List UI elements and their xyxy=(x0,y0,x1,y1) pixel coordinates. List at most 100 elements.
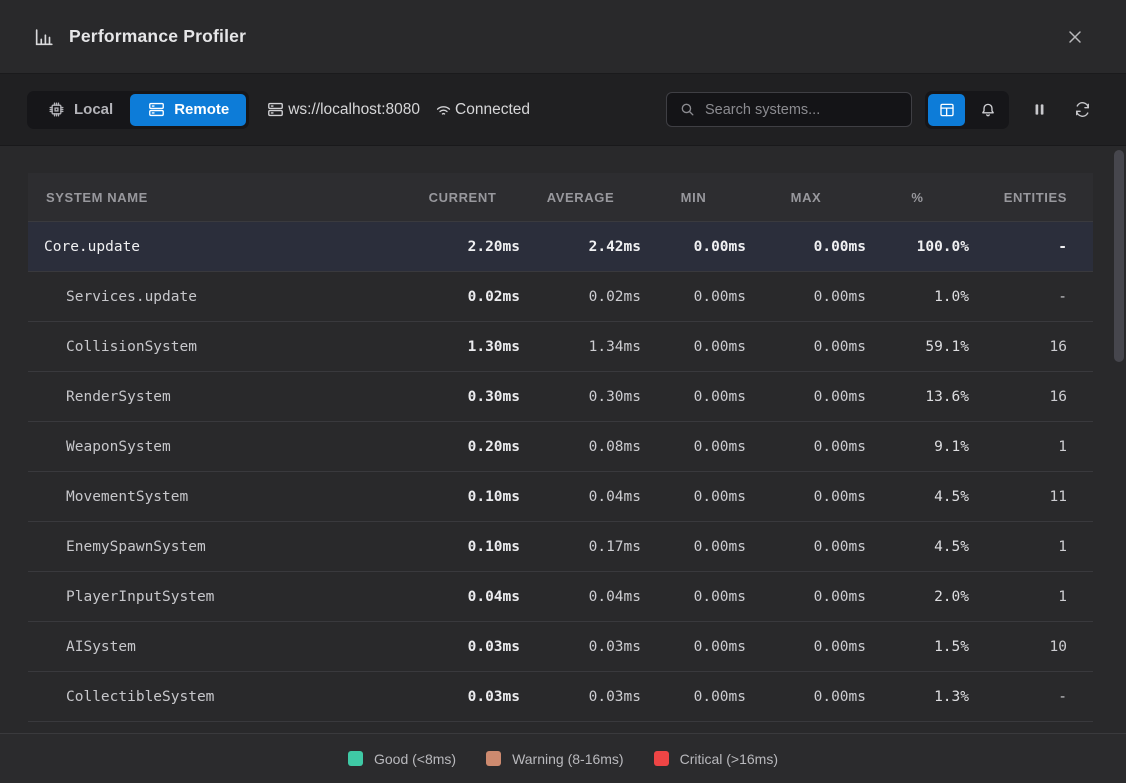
current-cell: 0.10ms xyxy=(405,489,520,505)
table-row[interactable]: EnemySpawnSystem 0.10ms 0.17ms 0.00ms 0.… xyxy=(28,522,1093,572)
average-cell: 0.04ms xyxy=(520,589,641,605)
table-row[interactable]: Core.update 2.20ms 2.42ms 0.00ms 0.00ms … xyxy=(28,222,1093,272)
system-name-cell: EnemySpawnSystem xyxy=(28,539,405,555)
server-icon xyxy=(147,100,166,119)
local-mode-button[interactable]: Local xyxy=(30,94,130,126)
remote-mode-label: Remote xyxy=(174,101,229,118)
max-cell: 0.00ms xyxy=(746,589,866,605)
system-name-cell: WeaponSystem xyxy=(28,439,405,455)
systems-table: SYSTEM NAME CURRENT AVERAGE MIN MAX % EN… xyxy=(28,173,1093,733)
vertical-scrollbar-thumb[interactable] xyxy=(1114,150,1124,362)
average-cell: 2.42ms xyxy=(520,239,641,255)
min-cell: 0.00ms xyxy=(641,689,746,705)
bar-chart-icon xyxy=(33,26,55,48)
system-name-cell: Services.update xyxy=(28,289,405,305)
column-header-system-name[interactable]: SYSTEM NAME xyxy=(28,190,405,205)
percent-cell: 9.1% xyxy=(866,439,969,455)
average-cell: 0.17ms xyxy=(520,539,641,555)
max-cell: 0.00ms xyxy=(746,389,866,405)
search-icon xyxy=(679,101,696,118)
cpu-icon xyxy=(47,100,66,119)
table-row[interactable]: CollisionSystem 1.30ms 1.34ms 0.00ms 0.0… xyxy=(28,322,1093,372)
table-row[interactable]: WeaponSystem 0.20ms 0.08ms 0.00ms 0.00ms… xyxy=(28,422,1093,472)
mode-toggle: Local Remote xyxy=(27,91,249,129)
table-row[interactable]: MovementSystem 0.10ms 0.04ms 0.00ms 0.00… xyxy=(28,472,1093,522)
current-cell: 0.03ms xyxy=(405,639,520,655)
current-cell: 0.03ms xyxy=(405,689,520,705)
pause-button[interactable] xyxy=(1030,100,1049,119)
alerts-button[interactable] xyxy=(969,94,1006,126)
min-cell: 0.00ms xyxy=(641,339,746,355)
column-header-current[interactable]: CURRENT xyxy=(405,190,520,205)
search-box xyxy=(666,92,912,127)
column-header-max[interactable]: MAX xyxy=(746,190,866,205)
table-view-button[interactable] xyxy=(928,94,965,126)
wifi-icon xyxy=(434,100,453,119)
refresh-button[interactable] xyxy=(1073,100,1092,119)
table-header-row: SYSTEM NAME CURRENT AVERAGE MIN MAX % EN… xyxy=(28,173,1093,222)
percent-cell: 2.0% xyxy=(866,589,969,605)
current-cell: 0.30ms xyxy=(405,389,520,405)
average-cell: 0.03ms xyxy=(520,639,641,655)
percent-cell: 13.6% xyxy=(866,389,969,405)
table-row[interactable]: AISystem 0.03ms 0.03ms 0.00ms 0.00ms 1.5… xyxy=(28,622,1093,672)
entities-cell: 16 xyxy=(969,389,1093,405)
average-cell: 0.08ms xyxy=(520,439,641,455)
entities-cell: 1 xyxy=(969,439,1093,455)
remote-mode-button[interactable]: Remote xyxy=(130,94,246,126)
min-cell: 0.00ms xyxy=(641,589,746,605)
legend-label: Warning (8-16ms) xyxy=(512,751,624,767)
max-cell: 0.00ms xyxy=(746,489,866,505)
pause-icon xyxy=(1030,100,1049,119)
legend-swatch xyxy=(654,751,669,766)
search-input[interactable] xyxy=(705,102,899,118)
entities-cell: - xyxy=(969,289,1093,305)
legend-item: Warning (8-16ms) xyxy=(486,751,624,767)
column-header-entities[interactable]: ENTITIES xyxy=(969,190,1093,205)
connection-url: ws://localhost:8080 xyxy=(266,100,420,119)
legend-swatch xyxy=(486,751,501,766)
min-cell: 0.00ms xyxy=(641,639,746,655)
table-row[interactable]: Services.update 0.02ms 0.02ms 0.00ms 0.0… xyxy=(28,272,1093,322)
max-cell: 0.00ms xyxy=(746,439,866,455)
table-row[interactable]: PlayerInputSystem 0.04ms 0.04ms 0.00ms 0… xyxy=(28,572,1093,622)
entities-cell: 16 xyxy=(969,339,1093,355)
table-row[interactable]: CollectibleSystem 0.03ms 0.03ms 0.00ms 0… xyxy=(28,672,1093,722)
system-name-cell: RenderSystem xyxy=(28,389,405,405)
connection-info: ws://localhost:8080 Connected xyxy=(266,100,530,119)
bell-icon xyxy=(979,101,997,119)
column-header-average[interactable]: AVERAGE xyxy=(520,190,641,205)
system-name-cell: Core.update xyxy=(28,239,405,255)
connection-status-text: Connected xyxy=(455,101,530,119)
title-bar: Performance Profiler xyxy=(0,0,1126,74)
average-cell: 0.03ms xyxy=(520,689,641,705)
average-cell: 0.04ms xyxy=(520,489,641,505)
average-cell: 0.30ms xyxy=(520,389,641,405)
entities-cell: 1 xyxy=(969,539,1093,555)
local-mode-label: Local xyxy=(74,101,113,118)
refresh-icon xyxy=(1073,100,1092,119)
close-icon xyxy=(1065,27,1085,47)
legend-label: Critical (>16ms) xyxy=(680,751,778,767)
view-toggle-group xyxy=(925,91,1009,129)
min-cell: 0.00ms xyxy=(641,489,746,505)
max-cell: 0.00ms xyxy=(746,639,866,655)
percent-cell: 4.5% xyxy=(866,539,969,555)
legend-item: Good (<8ms) xyxy=(348,751,456,767)
current-cell: 0.10ms xyxy=(405,539,520,555)
percent-cell: 1.0% xyxy=(866,289,969,305)
legend-label: Good (<8ms) xyxy=(374,751,456,767)
column-header-percent[interactable]: % xyxy=(866,190,969,205)
current-cell: 0.04ms xyxy=(405,589,520,605)
max-cell: 0.00ms xyxy=(746,339,866,355)
legend-swatch xyxy=(348,751,363,766)
close-button[interactable] xyxy=(1060,22,1090,52)
server-icon xyxy=(266,100,285,119)
min-cell: 0.00ms xyxy=(641,239,746,255)
connection-status: Connected xyxy=(434,100,530,119)
percent-cell: 4.5% xyxy=(866,489,969,505)
table-row[interactable]: RenderSystem 0.30ms 0.30ms 0.00ms 0.00ms… xyxy=(28,372,1093,422)
system-name-cell: MovementSystem xyxy=(28,489,405,505)
system-name-cell: CollisionSystem xyxy=(28,339,405,355)
column-header-min[interactable]: MIN xyxy=(641,190,746,205)
